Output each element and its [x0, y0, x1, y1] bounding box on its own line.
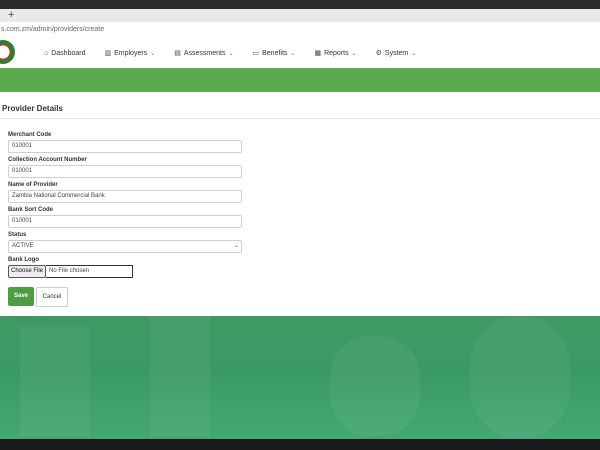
- hero-shape: [330, 336, 420, 436]
- hero-shape: [150, 316, 210, 436]
- choose-file-button[interactable]: Choose File: [8, 265, 47, 278]
- browser-tab[interactable]: [0, 9, 600, 22]
- nav-item-assessments[interactable]: ▤ Assessments ⌄: [174, 49, 234, 58]
- home-icon: ⌂: [44, 49, 49, 57]
- bank-logo-label: Bank Logo: [8, 257, 39, 263]
- sort-code-input[interactable]: 010001: [8, 215, 242, 228]
- page-title: Provider Details: [2, 104, 63, 113]
- nav-item-benefits[interactable]: ▭ Benefits ⌄: [252, 49, 296, 58]
- nav-item-reports[interactable]: ▦ Reports ⌄: [314, 49, 357, 58]
- provider-name-input[interactable]: Zambia National Commercial Bank: [8, 190, 242, 203]
- collection-account-label: Collection Account Number: [8, 157, 87, 163]
- nav-item-label: Assessments: [183, 49, 226, 57]
- nav-item-label: Dashboard: [51, 49, 86, 57]
- top-navbar: ⌂ Dashboard ▥ Employers ⌄ ▤ Assessments ⌄ ▭ Benef…: [0, 38, 600, 68]
- chevron-down-icon: ⌄: [150, 50, 156, 57]
- header-banner: [0, 68, 600, 92]
- nav-item-system[interactable]: ⚙ System ⌄: [375, 49, 417, 58]
- nav-item-label: System: [384, 49, 409, 57]
- provider-form-card: Provider Details Merchant Code 010001 Co…: [0, 92, 600, 316]
- url-text: s.com.zm/admin/providers/create: [1, 26, 105, 33]
- hero-shape: [470, 316, 570, 439]
- merchant-code-label: Merchant Code: [8, 132, 52, 138]
- bottom-bar: [0, 439, 600, 450]
- nav-item-dashboard[interactable]: ⌂ Dashboard: [44, 50, 85, 57]
- provider-form: Merchant Code 010001 Collection Account …: [8, 128, 242, 278]
- address-bar[interactable]: s.com.zm/admin/providers/create: [0, 22, 600, 39]
- status-select-wrapper: ACTIVE ⌄: [8, 240, 242, 253]
- new-tab-icon[interactable]: +: [8, 9, 14, 22]
- nav-menu: ⌂ Dashboard ▥ Employers ⌄ ▤ Assessments ⌄ ▭ Benef…: [44, 38, 435, 68]
- document-icon: ▤: [174, 50, 181, 57]
- collection-account-input[interactable]: 010001: [8, 165, 242, 178]
- provider-name-label: Name of Provider: [8, 182, 58, 188]
- chevron-down-icon: ⌄: [290, 50, 296, 57]
- divider: [0, 118, 600, 119]
- chevron-down-icon: ⌄: [228, 50, 234, 57]
- footer-hero-image: [0, 316, 600, 439]
- file-status-text: No File chosen: [46, 265, 134, 278]
- chart-icon: ▦: [314, 50, 322, 57]
- chevron-down-icon: ⌄: [351, 50, 357, 57]
- hero-shape: [20, 326, 90, 436]
- save-button[interactable]: Save: [8, 287, 34, 306]
- money-icon: ▭: [252, 50, 260, 57]
- nav-item-label: Employers: [114, 49, 148, 57]
- status-select[interactable]: ACTIVE: [8, 240, 242, 253]
- nav-item-label: Reports: [324, 49, 349, 57]
- building-icon: ▥: [104, 50, 112, 57]
- merchant-code-input[interactable]: 010001: [8, 140, 242, 153]
- nav-item-employers[interactable]: ▥ Employers ⌄: [104, 49, 156, 58]
- chevron-down-icon: ⌄: [411, 50, 417, 57]
- chevron-down-icon: ⌄: [233, 243, 239, 249]
- form-actions: Save Cancel: [8, 287, 68, 307]
- browser-tabstrip: +: [0, 0, 600, 22]
- sort-code-label: Bank Sort Code: [8, 207, 54, 213]
- cancel-button[interactable]: Cancel: [36, 287, 68, 307]
- nav-item-label: Benefits: [262, 49, 288, 57]
- logo-icon[interactable]: [0, 40, 15, 64]
- status-label: Status: [8, 232, 27, 238]
- bank-logo-file-input: Choose File No File chosen: [8, 265, 242, 278]
- gear-icon: ⚙: [375, 50, 382, 57]
